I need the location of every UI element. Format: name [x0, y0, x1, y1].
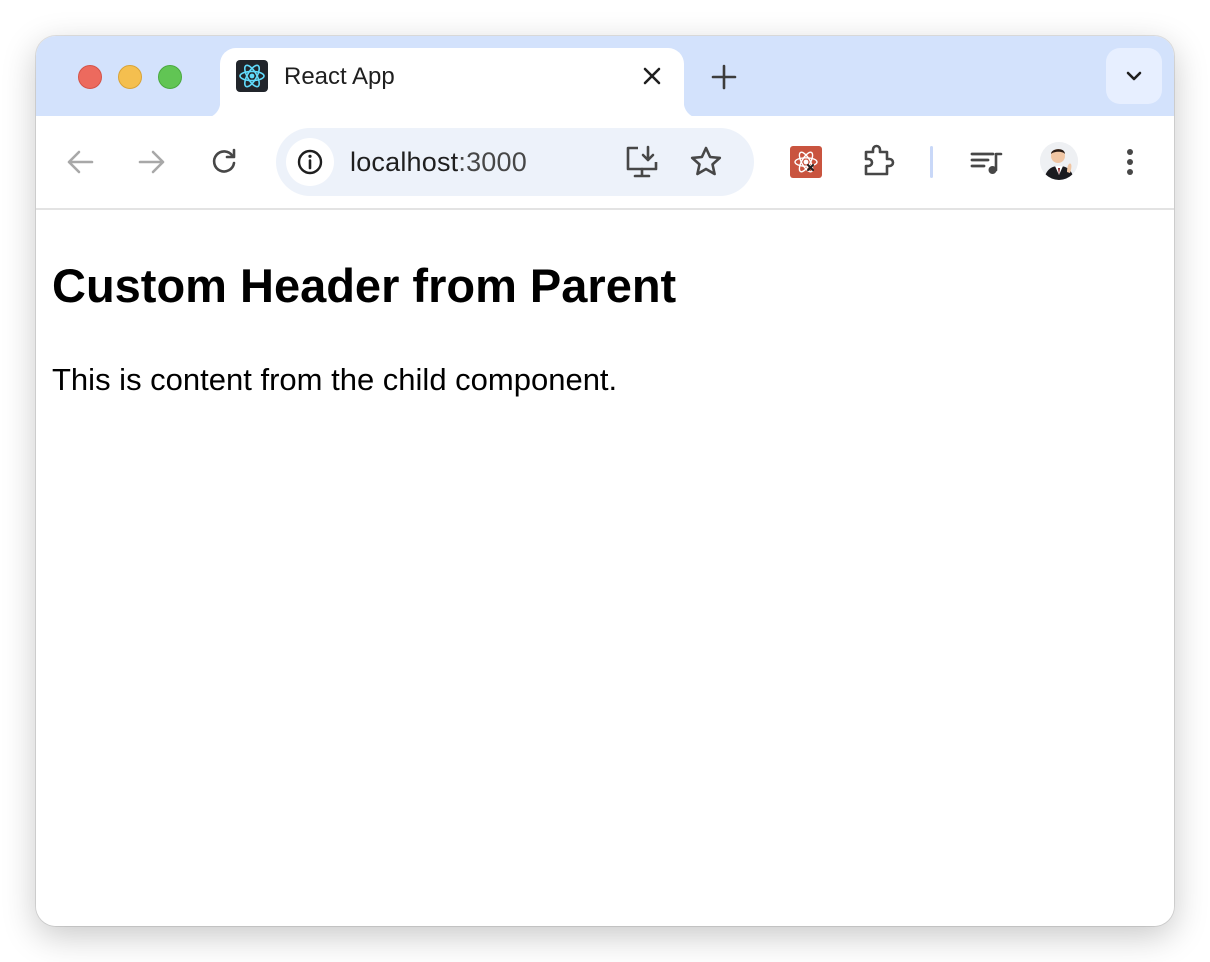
url-text[interactable]: localhost:3000	[350, 147, 527, 178]
install-app-button[interactable]	[622, 142, 662, 182]
tab-title: React App	[284, 63, 395, 90]
media-controls-button[interactable]	[966, 142, 1006, 182]
chrome-menu-button[interactable]	[1110, 142, 1150, 182]
react-devtools-icon[interactable]	[790, 146, 822, 178]
browser-toolbar: localhost:3000	[36, 116, 1174, 210]
kebab-menu-icon	[1127, 149, 1133, 175]
star-icon	[690, 146, 722, 176]
toolbar-divider	[930, 146, 933, 178]
info-icon	[297, 149, 323, 175]
tab-search-button[interactable]	[1106, 48, 1162, 104]
tab-strip: React App	[36, 36, 1174, 118]
page-paragraph: This is content from the child component…	[52, 362, 618, 397]
chevron-down-icon	[1126, 71, 1142, 81]
url-host: localhost	[350, 147, 459, 177]
browser-window: React App localhost:3000 Custom Header f…	[36, 36, 1174, 926]
minimize-window-button[interactable]	[118, 65, 142, 89]
url-port: :3000	[458, 147, 527, 177]
extensions-button[interactable]	[858, 142, 898, 182]
arrow-left-icon	[67, 150, 94, 174]
arrow-right-icon	[138, 150, 165, 174]
reload-icon	[212, 148, 236, 173]
plus-icon	[711, 64, 737, 90]
avatar[interactable]	[1040, 142, 1078, 180]
page-content: Custom Header from Parent This is conten…	[36, 210, 1174, 926]
back-button[interactable]	[60, 142, 100, 182]
bookmark-button[interactable]	[686, 142, 726, 182]
close-icon[interactable]	[638, 62, 666, 90]
zoom-window-button[interactable]	[158, 65, 182, 89]
react-logo-icon	[236, 60, 268, 92]
reload-button[interactable]	[204, 142, 244, 182]
close-window-button[interactable]	[78, 65, 102, 89]
tab-react-app[interactable]: React App	[204, 48, 700, 118]
site-info-button[interactable]	[286, 138, 334, 186]
puzzle-icon	[864, 144, 895, 176]
install-app-icon	[626, 145, 658, 178]
forward-button[interactable]	[132, 142, 172, 182]
page-heading: Custom Header from Parent	[52, 259, 677, 312]
address-bar[interactable]: localhost:3000	[276, 128, 754, 196]
media-queue-icon	[970, 152, 1003, 174]
new-tab-button[interactable]	[708, 61, 740, 93]
